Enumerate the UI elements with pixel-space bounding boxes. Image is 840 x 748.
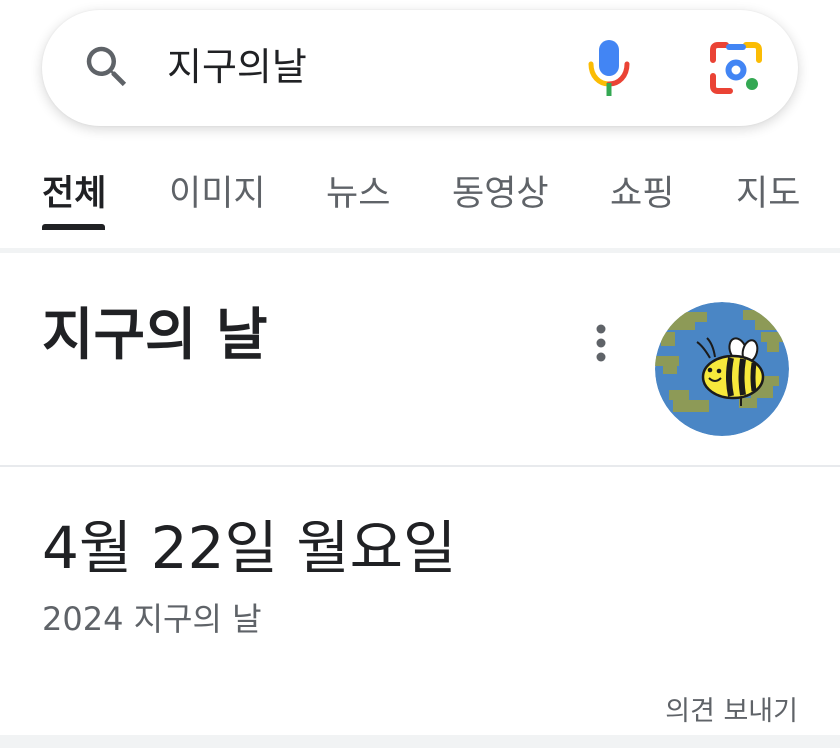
feedback-link[interactable]: 의견 보내기 — [665, 693, 798, 731]
tab-maps[interactable]: 지도 — [736, 170, 800, 218]
google-lens-icon[interactable] — [708, 40, 764, 96]
tab-all[interactable]: 전체 — [42, 170, 106, 218]
tab-news[interactable]: 뉴스 — [326, 170, 390, 218]
search-box[interactable] — [42, 10, 798, 126]
microphone-icon[interactable] — [586, 38, 632, 98]
section-divider — [0, 465, 840, 467]
search-icon[interactable] — [80, 40, 134, 94]
more-vert-icon[interactable] — [582, 318, 620, 368]
knowledge-panel-title: 지구의 날 — [42, 303, 268, 368]
answer-subtitle: 2024 지구의 날 — [42, 600, 262, 638]
tab-images[interactable]: 이미지 — [169, 170, 266, 218]
search-tabs: 전체 이미지 뉴스 동영상 쇼핑 지도 — [0, 150, 840, 248]
earth-day-thumbnail[interactable] — [655, 302, 789, 436]
tab-videos[interactable]: 동영상 — [452, 170, 549, 218]
answer-date: 4월 22일 월요일 — [42, 514, 457, 582]
search-input[interactable]: 지구의날 — [167, 41, 307, 93]
tab-shopping[interactable]: 쇼핑 — [610, 170, 674, 218]
bottom-divider — [0, 735, 840, 748]
active-tab-indicator — [42, 224, 105, 230]
tabs-divider — [0, 248, 840, 253]
